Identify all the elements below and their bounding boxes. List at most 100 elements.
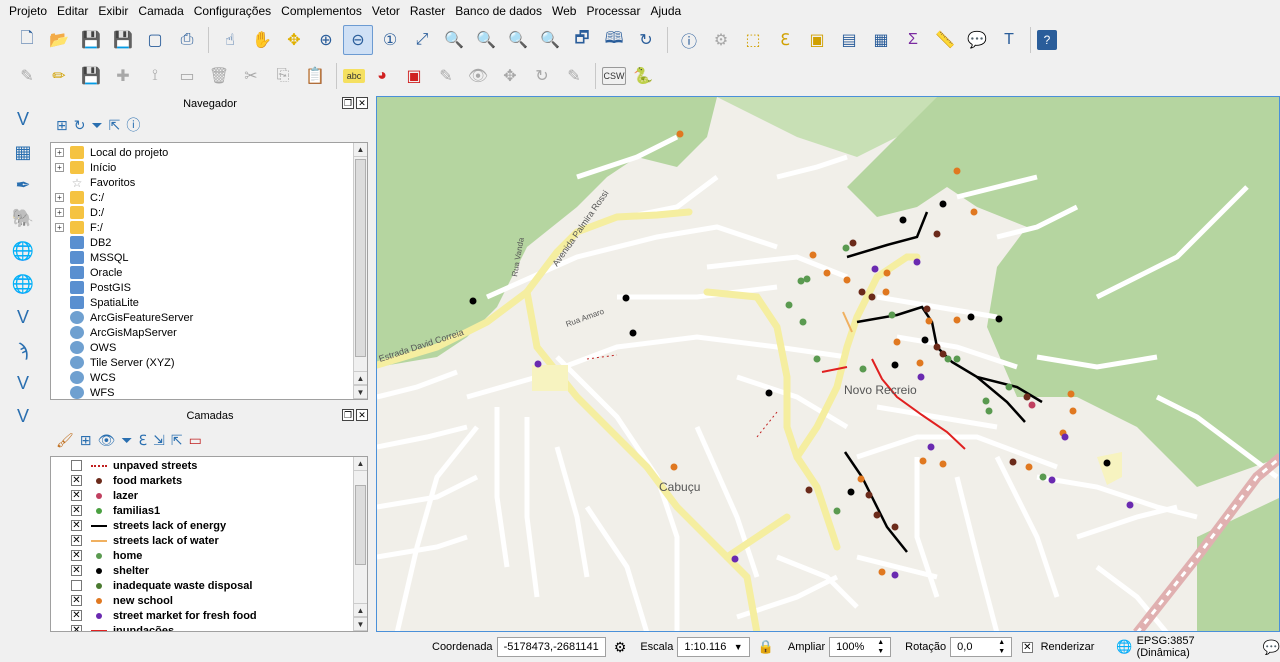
- zoom-native-icon[interactable]: ①: [375, 25, 405, 55]
- refresh-icon[interactable]: ↻: [631, 25, 661, 55]
- browser-item[interactable]: ☆ Favoritos: [51, 175, 367, 190]
- measure-icon[interactable]: 📏: [930, 25, 960, 55]
- save-as-icon[interactable]: 💾: [108, 25, 138, 55]
- deselect-icon[interactable]: ▣: [802, 25, 832, 55]
- action-icon[interactable]: ⚙: [706, 25, 736, 55]
- float-panel-icon[interactable]: ❐: [342, 409, 354, 421]
- browser-scrollbar[interactable]: ▲ ▲ ▼: [353, 143, 367, 399]
- field-calculator-icon[interactable]: ▦: [866, 25, 896, 55]
- menu-item[interactable]: Processar: [581, 4, 645, 18]
- expand-icon[interactable]: +: [55, 193, 64, 202]
- text-annotation-icon[interactable]: T: [994, 25, 1024, 55]
- map-tips-icon[interactable]: 💬: [962, 25, 992, 55]
- add-wms-layer-icon[interactable]: 🌐: [5, 238, 41, 264]
- expand-icon[interactable]: +: [55, 148, 64, 157]
- manage-themes-icon[interactable]: 👁: [98, 432, 116, 449]
- current-edits-icon[interactable]: ✎: [12, 61, 42, 91]
- add-postgis-layer-icon[interactable]: 🐘: [5, 205, 41, 231]
- layer-item[interactable]: inadequate waste disposal: [51, 578, 367, 593]
- menu-item[interactable]: Configurações: [189, 4, 276, 18]
- expand-icon[interactable]: +: [55, 223, 64, 232]
- save-project-icon[interactable]: 💾: [76, 25, 106, 55]
- crs-globe-icon[interactable]: 🌐: [1116, 639, 1132, 655]
- bookmarks-icon[interactable]: 🕮: [599, 25, 629, 55]
- layer-visibility-checkbox[interactable]: [71, 580, 82, 591]
- remove-layer-icon[interactable]: ▭: [189, 432, 202, 449]
- pan-to-selection-icon[interactable]: ✥: [279, 25, 309, 55]
- rotation-spinbox[interactable]: 0,0 ▲ ▼: [950, 637, 1013, 657]
- layer-visibility-checkbox[interactable]: ✕: [71, 505, 82, 516]
- filter-expression-icon[interactable]: ℇ: [139, 432, 148, 449]
- browser-item[interactable]: WCS: [51, 370, 367, 385]
- zoom-in-icon[interactable]: ⊕: [311, 25, 341, 55]
- diagram-icon[interactable]: ◕: [367, 61, 397, 91]
- menu-item[interactable]: Vetor: [367, 4, 405, 18]
- layer-item[interactable]: ✕ streets lack of water: [51, 533, 367, 548]
- layer-visibility-checkbox[interactable]: [71, 460, 82, 471]
- browser-item[interactable]: ArcGisFeatureServer: [51, 310, 367, 325]
- python-icon[interactable]: 🐍: [628, 61, 658, 91]
- attribute-table-icon[interactable]: ▤: [834, 25, 864, 55]
- add-delimited-text-icon[interactable]: ✒: [5, 172, 41, 198]
- move-label-icon[interactable]: ✥: [495, 61, 525, 91]
- layer-item[interactable]: ✕ shelter: [51, 563, 367, 578]
- collapse-all-icon[interactable]: ⇱: [109, 117, 121, 134]
- layout-manager-icon[interactable]: ⎙: [172, 25, 202, 55]
- messages-icon[interactable]: 💬: [1263, 639, 1280, 656]
- browser-item[interactable]: DB2: [51, 235, 367, 250]
- browser-item[interactable]: SpatiaLite: [51, 295, 367, 310]
- label-tool-icon[interactable]: abc: [343, 69, 365, 83]
- float-panel-icon[interactable]: ❐: [342, 97, 354, 109]
- layer-visibility-checkbox[interactable]: ✕: [71, 550, 82, 561]
- browser-item[interactable]: Tile Server (XYZ): [51, 355, 367, 370]
- statistics-icon[interactable]: Σ: [898, 25, 928, 55]
- pin-label-icon[interactable]: ✎: [431, 61, 461, 91]
- pan-icon[interactable]: ✋: [247, 25, 277, 55]
- touch-zoom-icon[interactable]: ☝: [215, 25, 245, 55]
- identify-icon[interactable]: ⓘ: [674, 25, 704, 55]
- browser-item[interactable]: + Início: [51, 160, 367, 175]
- add-virtual-layer-icon[interactable]: V: [5, 370, 41, 396]
- zoom-next-icon[interactable]: 🔍: [535, 25, 565, 55]
- save-edits-icon[interactable]: 💾: [76, 61, 106, 91]
- delete-selected-icon[interactable]: 🗑: [204, 61, 234, 91]
- browser-item[interactable]: + Local do projeto: [51, 145, 367, 160]
- extents-toggle-icon[interactable]: ⚙: [614, 639, 627, 656]
- browser-item[interactable]: + C:/: [51, 190, 367, 205]
- map-canvas[interactable]: Novo Recreio Cabuçu Avenida Palmira Ross…: [376, 96, 1280, 632]
- show-hide-label-icon[interactable]: 👁: [463, 61, 493, 91]
- toggle-editing-icon[interactable]: ✏: [44, 61, 74, 91]
- style-panel-icon[interactable]: 🖌: [56, 432, 74, 449]
- close-panel-icon[interactable]: ✕: [356, 409, 368, 421]
- magnifier-spinbox[interactable]: 100% ▲ ▼: [829, 637, 892, 657]
- layer-item[interactable]: ✕ home: [51, 548, 367, 563]
- scale-combo[interactable]: 1:10.116 ▼: [677, 637, 750, 657]
- crs-status[interactable]: EPSG:3857 (Dinâmica): [1137, 635, 1235, 659]
- menu-item[interactable]: Exibir: [93, 4, 133, 18]
- browser-item[interactable]: OWS: [51, 340, 367, 355]
- expand-icon[interactable]: +: [55, 163, 64, 172]
- layer-visibility-checkbox[interactable]: ✕: [71, 610, 82, 621]
- info-icon[interactable]: ⓘ: [126, 115, 140, 135]
- layer-item[interactable]: ✕ familias1: [51, 503, 367, 518]
- zoom-layer-icon[interactable]: 🔍: [471, 25, 501, 55]
- browser-item[interactable]: WFS: [51, 385, 367, 399]
- layer-item[interactable]: ✕ inundações: [51, 623, 367, 631]
- menu-item[interactable]: Editar: [52, 4, 93, 18]
- select-features-icon[interactable]: ⬚: [738, 25, 768, 55]
- add-wfs-layer-icon[interactable]: 🌐: [5, 271, 41, 297]
- new-project-icon[interactable]: 🗋: [12, 25, 42, 55]
- collapse-all-icon[interactable]: ⇱: [171, 432, 183, 449]
- add-spatialite-icon[interactable]: ϡ: [5, 337, 41, 363]
- zoom-full-icon[interactable]: ⤢: [407, 25, 437, 55]
- zoom-out-icon[interactable]: ⊖: [343, 25, 373, 55]
- layers-scrollbar[interactable]: ▲ ▲ ▼: [353, 457, 367, 631]
- layer-visibility-checkbox[interactable]: ✕: [71, 490, 82, 501]
- zoom-selection-icon[interactable]: 🔍: [439, 25, 469, 55]
- new-print-layout-icon[interactable]: ▢: [140, 25, 170, 55]
- refresh-icon[interactable]: ↻: [74, 117, 86, 134]
- modify-attributes-icon[interactable]: ▭: [172, 61, 202, 91]
- coordinate-field[interactable]: -5178473,-2681141: [496, 637, 606, 657]
- zoom-last-icon[interactable]: 🔍: [503, 25, 533, 55]
- copy-icon[interactable]: ⎘: [268, 61, 298, 91]
